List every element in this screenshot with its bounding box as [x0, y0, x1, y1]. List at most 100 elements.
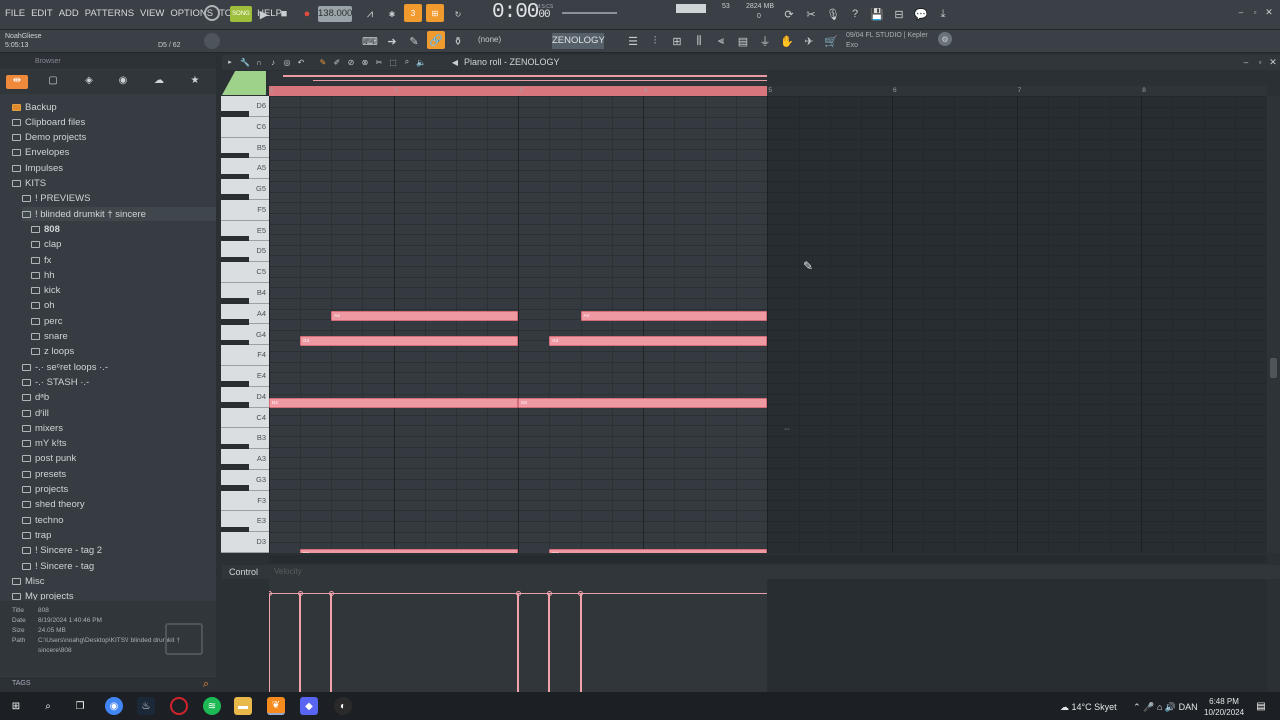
search-icon[interactable]: ⌕ [200, 678, 212, 690]
step-edit-icon[interactable]: ⊞ [426, 4, 444, 22]
browser-item[interactable]: Clipboard files [12, 115, 85, 129]
pr-maximize-icon[interactable]: ▫ [1255, 57, 1265, 67]
minimize-icon[interactable]: – [1236, 7, 1246, 17]
midi-note[interactable]: D3 [300, 548, 519, 553]
white-key[interactable]: F4 [221, 345, 269, 367]
tray-chevron-icon[interactable]: ⌃ [1133, 702, 1141, 712]
browser-item[interactable]: oh [31, 299, 55, 313]
channel-selector[interactable]: ZENOLOGY [552, 33, 605, 49]
playlist-icon[interactable]: ☰ [624, 32, 642, 50]
browser-item[interactable]: z loops [31, 345, 74, 359]
menu-file[interactable]: FILE [5, 8, 25, 19]
browser-item[interactable]: clap [31, 238, 61, 252]
pattern-selector[interactable]: (none) [478, 35, 501, 44]
control-label[interactable]: Control [229, 567, 258, 577]
midi-note[interactable]: G4 [549, 335, 768, 346]
vertical-scrollbar[interactable] [1267, 96, 1280, 553]
white-key[interactable]: F5 [221, 199, 269, 221]
velocity-bar[interactable] [579, 593, 582, 692]
velocity-lane[interactable] [269, 579, 1267, 692]
obs-icon[interactable]: ◐ [334, 697, 352, 715]
piano-keys-icon[interactable]: ⌨ [361, 32, 379, 50]
velocity-handle[interactable] [269, 591, 272, 596]
browser-item[interactable]: 808 [31, 222, 60, 236]
browser-item[interactable]: dʳill [22, 406, 49, 420]
tab-cloud-icon[interactable]: ☁ [148, 75, 170, 89]
master-pitch-slider[interactable] [562, 12, 617, 14]
windows-start-icon[interactable]: ⊞ [7, 697, 25, 715]
browser-item[interactable]: shed theory [22, 498, 85, 512]
plug-icon[interactable]: ⏚ [756, 32, 774, 50]
velocity-handle[interactable] [328, 591, 334, 596]
brush-icon[interactable]: ✈ [800, 32, 818, 50]
velocity-handle[interactable] [578, 591, 583, 596]
velocity-bar[interactable] [330, 593, 333, 692]
task-view-icon[interactable]: ❐ [71, 697, 89, 715]
chat-icon[interactable]: 💬 [912, 5, 930, 23]
weather-icon[interactable]: ☁ [1060, 702, 1069, 712]
pr-brush-icon[interactable]: ✐ [332, 57, 342, 67]
tempo-display[interactable]: 138.000 [318, 6, 352, 22]
browser-item[interactable]: Misc [12, 574, 45, 588]
tab-all-icon[interactable]: ⇹ [6, 75, 28, 89]
pr-playback-icon[interactable]: 🔈 [416, 57, 426, 67]
channel-rack-icon[interactable]: ⫶ [646, 32, 664, 50]
velocity-handle[interactable] [297, 591, 303, 596]
pr-undo-icon[interactable]: ↶ [296, 57, 306, 67]
tray-network-icon[interactable]: ⌂ [1157, 702, 1162, 712]
browser-item[interactable]: mY k!ts [22, 437, 67, 451]
pr-mute-icon[interactable]: ⊗ [360, 57, 370, 67]
news-icon[interactable]: ⚙ [938, 32, 952, 46]
song-mode-toggle[interactable]: SONG [230, 6, 252, 22]
steam-icon[interactable]: ♨ [137, 697, 155, 715]
refresh-icon[interactable]: ⟳ [780, 5, 798, 23]
master-volume-knob[interactable] [204, 33, 220, 49]
browser-item[interactable]: perc [31, 314, 62, 328]
opera-icon[interactable] [170, 697, 188, 715]
tab-plugins-icon[interactable]: ◈ [78, 75, 100, 89]
help-icon[interactable]: ? [846, 5, 864, 23]
midi-note[interactable]: D3 [549, 548, 768, 553]
pattern-overview[interactable] [269, 71, 767, 85]
white-key[interactable]: C6 [221, 116, 269, 138]
browser-item[interactable]: -.· STASH ·.- [22, 375, 89, 389]
browser-item[interactable]: Demo projects [12, 131, 86, 145]
maximize-icon[interactable]: ▫ [1250, 7, 1260, 17]
control-target[interactable]: Velocity [274, 567, 302, 576]
browser-item[interactable]: ! blinded drumkit † sincere [22, 207, 216, 222]
menu-patterns[interactable]: PATTERNS [85, 8, 134, 19]
menu-view[interactable]: VIEW [140, 8, 164, 19]
browser-item[interactable]: Envelopes [12, 146, 69, 160]
pencil-tool-icon[interactable]: ✎ [405, 32, 423, 50]
velocity-bar[interactable] [517, 593, 520, 692]
browser-item[interactable]: snare [31, 330, 68, 344]
browser-item[interactable]: ! PREVIEWS [22, 192, 90, 206]
browser-item[interactable]: trap [22, 528, 51, 542]
tab-sounds-icon[interactable]: ◉ [112, 75, 134, 89]
browser-item[interactable]: dᵃb [22, 391, 49, 405]
pr-wrench-icon[interactable]: 🔧 [240, 57, 250, 67]
mixer-view-icon[interactable]: ⫼ [690, 32, 708, 50]
browser-item[interactable]: projects [22, 483, 68, 497]
play-icon[interactable]: ▶ [255, 5, 273, 23]
fl-studio-icon[interactable]: ❦ [267, 697, 285, 715]
browser-item[interactable]: post punk [22, 452, 76, 466]
menu-edit[interactable]: EDIT [31, 8, 53, 19]
scroll-thumb[interactable] [1270, 358, 1277, 378]
browser-item[interactable]: KITS [12, 177, 46, 191]
browser-item[interactable]: hh [31, 268, 55, 282]
browser-item[interactable]: ! Sincere - tag [22, 559, 94, 573]
taskbar-clock[interactable]: 6:48 PM 10/20/2024 [1204, 696, 1244, 718]
browser-item[interactable]: -.· seᶜret loops ·.- [22, 360, 108, 374]
arrow-right-icon[interactable]: ➜ [383, 32, 401, 50]
record-loop-icon[interactable] [204, 5, 220, 21]
pr-slice-icon[interactable]: ✂ [374, 57, 384, 67]
velocity-bar[interactable] [548, 593, 551, 692]
pr-speaker-icon[interactable]: ◀ [450, 57, 460, 67]
tab-files-icon[interactable]: ▢ [42, 75, 64, 89]
browser-item[interactable]: kick [31, 284, 60, 298]
velocity-handle[interactable] [546, 591, 552, 596]
app-icon[interactable]: ◆ [300, 697, 318, 715]
browser-item[interactable]: mixers [22, 421, 63, 435]
loop-region[interactable] [269, 86, 767, 96]
